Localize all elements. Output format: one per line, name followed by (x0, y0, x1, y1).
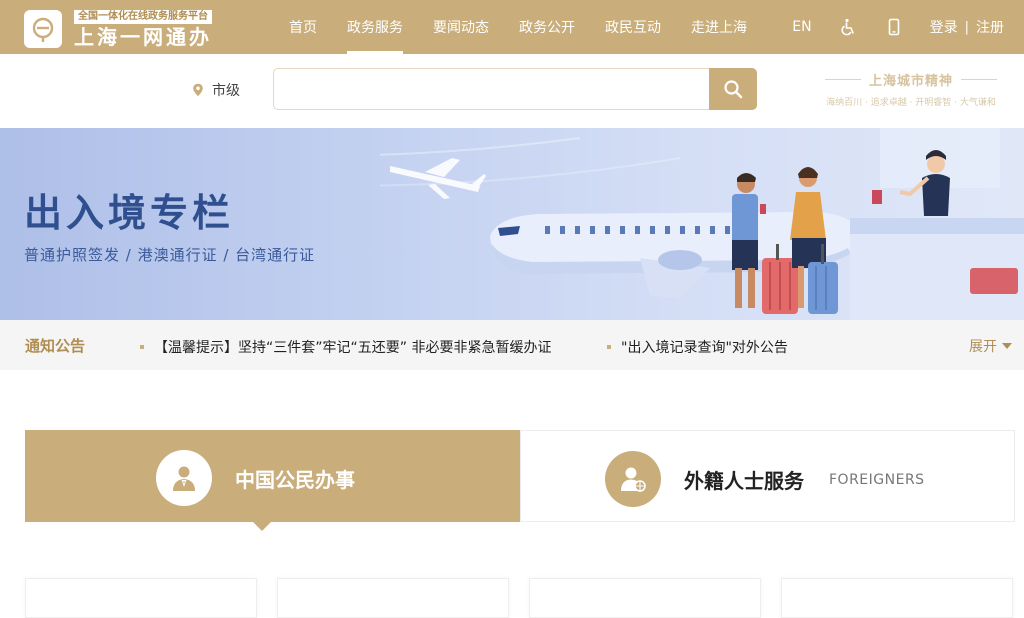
service-card[interactable] (529, 578, 761, 618)
notice-bar: 通知公告 【温馨提示】坚持“三件套”牢记“五还要” 非必要非紧急暂缓办证 "出入… (0, 320, 1024, 370)
bullet-icon (140, 345, 144, 349)
city-spirit-title: 上海城市精神 (806, 70, 1016, 89)
city-spirit-subtitle: 海纳百川 · 追求卓越 · 开明睿智 · 大气谦和 (826, 98, 996, 108)
service-tabs: 中国公民办事 外籍人士服务 FOREIGNERS (25, 430, 1015, 531)
notice-expand-button[interactable]: 展开 (969, 336, 1012, 356)
language-switch[interactable]: EN (792, 19, 811, 35)
tab-foreigners-label: 外籍人士服务 (684, 469, 804, 493)
tab-chinese-citizens-label: 中国公民办事 (235, 468, 355, 492)
immigration-banner[interactable]: 出入境专栏 普通护照签发 / 港澳通行证 / 台湾通行证 (0, 128, 1024, 320)
site-logo[interactable]: 全国一体化在线政务服务平台 上海一网通办 (24, 10, 224, 49)
search-box (273, 68, 757, 110)
main-nav: 首页 政务服务 要闻动态 政务公开 政民互动 走进上海 (274, 0, 762, 54)
notice-item-text: 【温馨提示】坚持“三件套”牢记“五还要” 非必要非紧急暂缓办证 (154, 340, 552, 356)
nav-item-disclosure[interactable]: 政务公开 (504, 0, 590, 54)
banner-illustration (380, 128, 1024, 320)
notice-label: 通知公告 (25, 337, 86, 355)
foreigner-icon (605, 451, 661, 507)
notice-item[interactable]: 【温馨提示】坚持“三件套”牢记“五还要” 非必要非紧急暂缓办证 (140, 337, 551, 357)
top-nav-bar: 全国一体化在线政务服务平台 上海一网通办 首页 政务服务 要闻动态 政务公开 政… (0, 0, 1024, 54)
top-right-tools: EN 登录 | 注册 (792, 0, 1004, 54)
search-row: 市级 上海城市精神 海纳百川 · 追求卓越 · 开明睿智 · 大气谦和 (0, 54, 1024, 128)
service-card[interactable] (781, 578, 1013, 618)
wheelchair-icon[interactable] (838, 17, 858, 37)
bullet-icon (607, 345, 611, 349)
notice-item-text: "出入境记录查询"对外公告 (621, 340, 788, 356)
banner-subtitle: 普通护照签发 / 港澳通行证 / 台湾通行证 (24, 246, 316, 264)
region-selector[interactable]: 市级 (192, 80, 240, 100)
tab-chinese-citizens[interactable]: 中国公民办事 (25, 430, 520, 531)
notice-item[interactable]: "出入境记录查询"对外公告 (607, 337, 788, 357)
nav-item-home[interactable]: 首页 (274, 0, 332, 54)
notice-expand-label: 展开 (969, 339, 997, 355)
login-link[interactable]: 登录 (930, 17, 958, 37)
tab-foreigners[interactable]: 外籍人士服务 FOREIGNERS (520, 430, 1015, 522)
nav-item-about-shanghai[interactable]: 走进上海 (676, 0, 762, 54)
citizen-icon (156, 450, 212, 506)
nav-item-services[interactable]: 政务服务 (332, 0, 418, 54)
city-spirit-slogan: 上海城市精神 海纳百川 · 追求卓越 · 开明睿智 · 大气谦和 (806, 70, 1016, 110)
login-separator: | (964, 19, 969, 35)
service-card[interactable] (277, 578, 509, 618)
caret-down-icon (1002, 343, 1012, 349)
logo-name: 上海一网通办 (74, 25, 212, 49)
service-card[interactable] (25, 578, 257, 618)
tab-foreigners-en-label: FOREIGNERS (829, 472, 925, 488)
location-pin-icon (193, 83, 203, 97)
region-label: 市级 (212, 83, 240, 99)
banner-title: 出入境专栏 (24, 191, 235, 235)
search-button[interactable] (709, 68, 757, 110)
logo-tagline: 全国一体化在线政务服务平台 (74, 10, 212, 24)
logo-emblem-icon (24, 10, 62, 48)
nav-item-news[interactable]: 要闻动态 (418, 0, 504, 54)
search-icon (724, 80, 743, 99)
nav-item-interaction[interactable]: 政民互动 (590, 0, 676, 54)
search-input[interactable] (274, 69, 710, 109)
register-link[interactable]: 注册 (976, 17, 1004, 37)
mobile-phone-icon[interactable] (884, 17, 904, 37)
